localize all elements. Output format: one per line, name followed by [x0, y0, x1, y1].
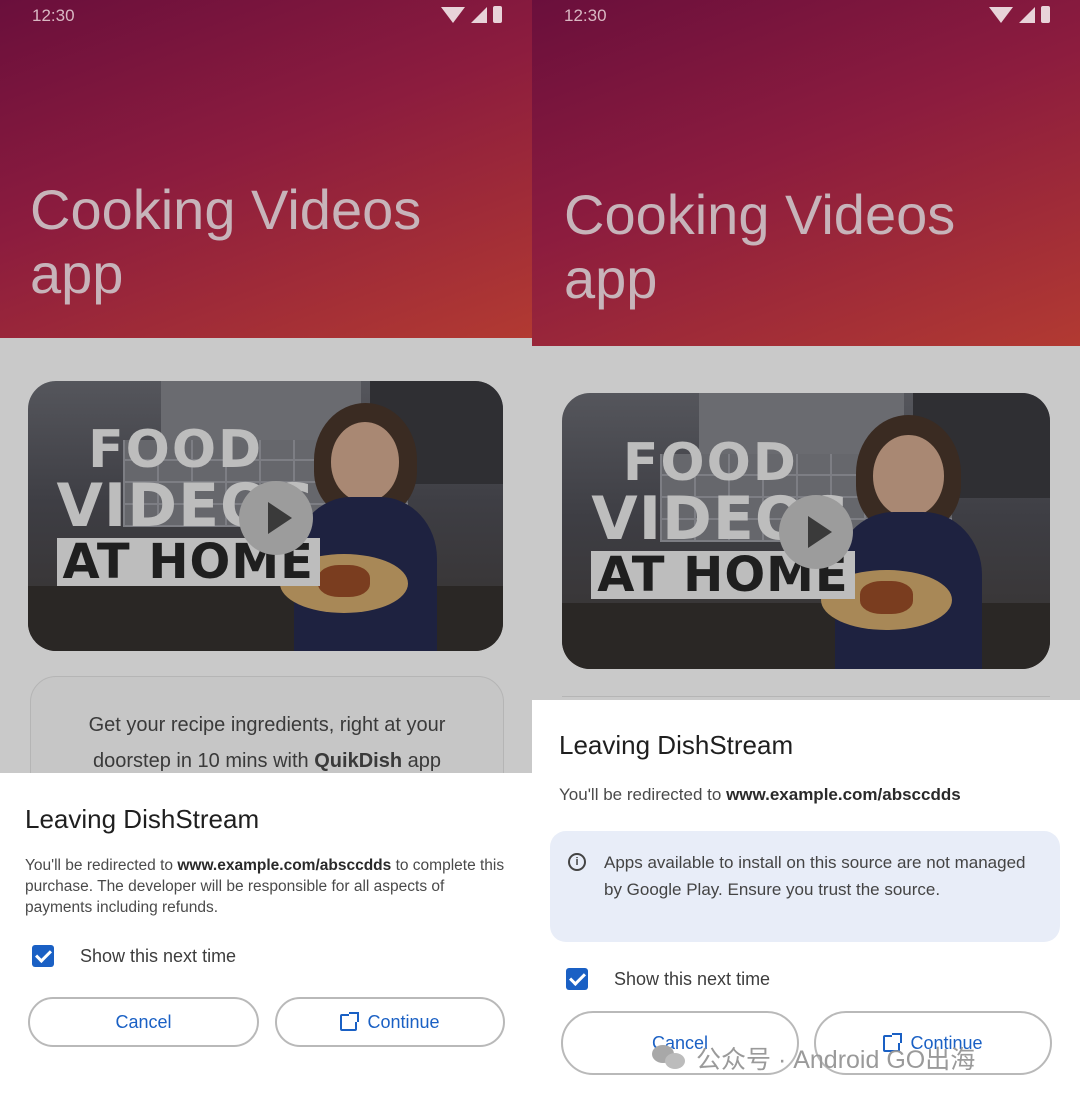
promo-text: Get your recipe ingredients, right at yo…: [88, 714, 446, 772]
install-warning-card: i Apps available to install on this sour…: [550, 831, 1060, 942]
status-time: 12:30: [32, 6, 75, 25]
sheet-title: Leaving DishStream: [25, 804, 260, 834]
show-next-time-checkbox[interactable]: [32, 945, 54, 967]
show-next-time-row[interactable]: Show this next time: [566, 968, 770, 990]
play-icon[interactable]: [239, 480, 314, 555]
wechat-logo-icon: [652, 1043, 688, 1073]
phone-screen-right: 12:30 Cooking Videos app FOOD VIDEOS AT …: [532, 0, 1080, 1102]
show-next-time-label: Show this next time: [80, 945, 237, 966]
hero-banner: 12:30 Cooking Videos app: [0, 0, 532, 338]
presenter-image: [835, 415, 982, 669]
open-external-icon: [340, 1011, 360, 1031]
status-bar: 12:30: [32, 4, 502, 26]
cellular-icon: [1019, 6, 1035, 23]
app-title: Cooking Videos app: [30, 178, 422, 305]
sheet-body: You'll be redirected to www.example.com/…: [559, 785, 961, 804]
continue-button[interactable]: Continue: [275, 997, 505, 1047]
hero-banner: 12:30 Cooking Videos app: [532, 0, 1080, 346]
wifi-icon: [441, 6, 465, 23]
leaving-app-bottom-sheet: Leaving DishStream You'll be redirected …: [0, 773, 532, 1102]
cancel-button[interactable]: Cancel: [28, 997, 259, 1047]
sheet-body: You'll be redirected to www.example.com/…: [25, 857, 505, 916]
video-thumbnail[interactable]: FOOD VIDEOS AT HOME: [28, 381, 503, 651]
status-time: 12:30: [564, 6, 607, 25]
redirect-url: www.example.com/absccdds: [177, 857, 392, 874]
phone-screen-left: 12:30 Cooking Videos app FOOD VIDEOS AT …: [0, 0, 532, 1102]
show-next-time-row[interactable]: Show this next time: [32, 945, 236, 967]
info-icon: i: [568, 853, 586, 871]
sheet-title: Leaving DishStream: [559, 730, 794, 760]
install-warning-text: Apps available to install on this source…: [604, 853, 1026, 899]
show-next-time-checkbox[interactable]: [566, 968, 588, 990]
promo-brand: QuikDish: [314, 750, 403, 772]
battery-icon: [1041, 6, 1050, 23]
video-thumbnail[interactable]: FOOD VIDEOS AT HOME: [562, 393, 1050, 669]
status-bar: 12:30: [564, 4, 1050, 26]
redirect-url: www.example.com/absccdds: [726, 785, 961, 804]
battery-icon: [493, 6, 502, 23]
show-next-time-label: Show this next time: [614, 968, 771, 989]
wifi-icon: [989, 6, 1013, 23]
cellular-icon: [471, 6, 487, 23]
watermark-text: 公众号 · Android GO出海: [696, 1046, 976, 1074]
app-title: Cooking Videos app: [564, 183, 956, 310]
watermark: 公众号 · Android GO出海: [652, 1040, 975, 1076]
play-icon[interactable]: [779, 495, 854, 570]
